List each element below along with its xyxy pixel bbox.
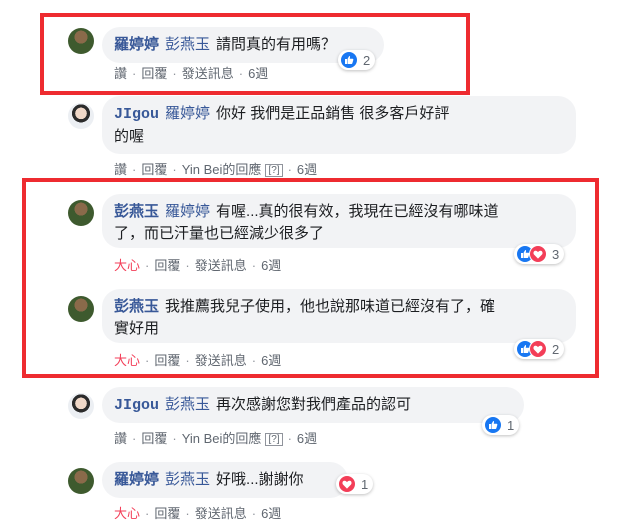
avatar[interactable]	[68, 393, 94, 419]
comment-bubble: 彭燕玉 羅婷婷 有喔...真的很有效，我現在已經沒有哪味道了，而已汗量也已經減少很多…	[102, 194, 576, 248]
reaction-count-value: 1	[507, 417, 515, 433]
mention-tag[interactable]: 羅婷婷	[165, 105, 210, 122]
comment-text: 再次感謝您對我們產品的認可	[216, 396, 412, 413]
like-button[interactable]: 讚	[114, 162, 127, 177]
comment-text: 好哦...謝謝你	[216, 471, 304, 488]
avatar[interactable]	[68, 200, 94, 226]
comment-bubble: JIgou 彭燕玉 再次感謝您對我們產品的認可	[102, 387, 524, 423]
send-message-button[interactable]: 發送訊息	[195, 258, 247, 273]
like-button[interactable]: 讚	[114, 66, 127, 81]
avatar[interactable]	[68, 28, 94, 54]
timestamp[interactable]: 6週	[261, 258, 281, 273]
timestamp[interactable]: 6週	[261, 353, 281, 368]
comment-actions: 讚 · 回覆 · Yin Bei的回應 [?] · 6週	[114, 162, 318, 177]
reaction-count-value: 1	[361, 476, 369, 492]
comment-actions: 大心 · 回覆 · 發送訊息 · 6週	[114, 506, 282, 521]
send-message-button[interactable]: 發送訊息	[182, 66, 234, 81]
help-icon[interactable]: [?]	[265, 433, 283, 446]
author-name[interactable]: JIgou	[114, 106, 159, 123]
comment-bubble: 羅婷婷 彭燕玉 好哦...謝謝你	[102, 462, 348, 498]
reaction-count-value: 3	[552, 246, 560, 262]
avatar[interactable]	[68, 103, 94, 129]
love-button[interactable]: 大心	[114, 353, 140, 368]
reply-button[interactable]: 回覆	[154, 353, 180, 368]
reaction-count[interactable]: 2	[338, 50, 376, 70]
author-name[interactable]: 彭燕玉	[114, 298, 159, 315]
thumbs-up-icon	[484, 416, 502, 434]
comment-text-line-1: 我推薦我兒子使用，他也說那味道已經沒有了，確	[165, 298, 496, 315]
avatar[interactable]	[68, 296, 94, 322]
heart-icon	[529, 245, 547, 263]
reply-button[interactable]: 回覆	[154, 258, 180, 273]
author-name[interactable]: JIgou	[114, 397, 159, 414]
send-message-button[interactable]: 發送訊息	[195, 506, 247, 521]
reaction-count[interactable]: 3	[514, 244, 565, 264]
comment-actions: 大心 · 回覆 · 發送訊息 · 6週	[114, 353, 282, 368]
reaction-count[interactable]: 2	[514, 339, 565, 359]
reply-button[interactable]: 回覆	[141, 66, 167, 81]
heart-icon	[529, 340, 547, 358]
mention-tag[interactable]: 彭燕玉	[165, 471, 210, 488]
comment-text-line-1: 你好 我們是正品銷售 很多客戶好評	[216, 105, 450, 122]
comment-actions: 大心 · 回覆 · 發送訊息 · 6週	[114, 258, 282, 273]
reaction-count[interactable]: 1	[482, 415, 520, 435]
help-icon[interactable]: [?]	[265, 164, 283, 177]
mention-tag[interactable]: 羅婷婷	[165, 203, 210, 220]
reaction-count[interactable]: 1	[336, 474, 374, 494]
mention-tag[interactable]: 彭燕玉	[165, 36, 210, 53]
timestamp[interactable]: 6週	[261, 506, 281, 521]
author-name[interactable]: 彭燕玉	[114, 203, 159, 220]
comment-text-line-2: 的喔	[114, 128, 145, 145]
reply-button[interactable]: 回覆	[141, 162, 167, 177]
timestamp[interactable]: 6週	[297, 431, 317, 446]
send-message-button[interactable]: 發送訊息	[195, 353, 247, 368]
like-button[interactable]: 讚	[114, 431, 127, 446]
comment-bubble: 彭燕玉 我推薦我兒子使用，他也說那味道已經沒有了，確 實好用	[102, 289, 576, 343]
avatar[interactable]	[68, 468, 94, 494]
thumbs-up-icon	[340, 51, 358, 69]
comment-text-line-2: 實好用	[114, 320, 160, 337]
timestamp[interactable]: 6週	[248, 66, 268, 81]
reply-info-link[interactable]: Yin Bei的回應	[182, 162, 262, 177]
author-name[interactable]: 羅婷婷	[114, 36, 159, 53]
comment-actions: 讚 · 回覆 · 發送訊息 · 6週	[114, 66, 269, 81]
comment-text-line-1: 有喔...真的很有效，我現在已經沒有哪味道	[216, 203, 499, 220]
comment-bubble: JIgou 羅婷婷 你好 我們是正品銷售 很多客戶好評的喔	[102, 96, 576, 154]
mention-tag[interactable]: 彭燕玉	[165, 396, 210, 413]
comment-text: 請問真的有用嗎？	[216, 36, 337, 53]
author-name[interactable]: 羅婷婷	[114, 471, 159, 488]
reply-info-link[interactable]: Yin Bei的回應	[182, 431, 262, 446]
comment-text-line-2: 了，而已汗量也已經減少很多了	[114, 225, 325, 242]
love-button[interactable]: 大心	[114, 258, 140, 273]
timestamp[interactable]: 6週	[297, 162, 317, 177]
reply-button[interactable]: 回覆	[141, 431, 167, 446]
comment-actions: 讚 · 回覆 · Yin Bei的回應 [?] · 6週	[114, 431, 318, 446]
heart-icon	[338, 475, 356, 493]
reaction-count-value: 2	[552, 341, 560, 357]
reply-button[interactable]: 回覆	[154, 506, 180, 521]
reaction-count-value: 2	[363, 52, 371, 68]
love-button[interactable]: 大心	[114, 506, 140, 521]
